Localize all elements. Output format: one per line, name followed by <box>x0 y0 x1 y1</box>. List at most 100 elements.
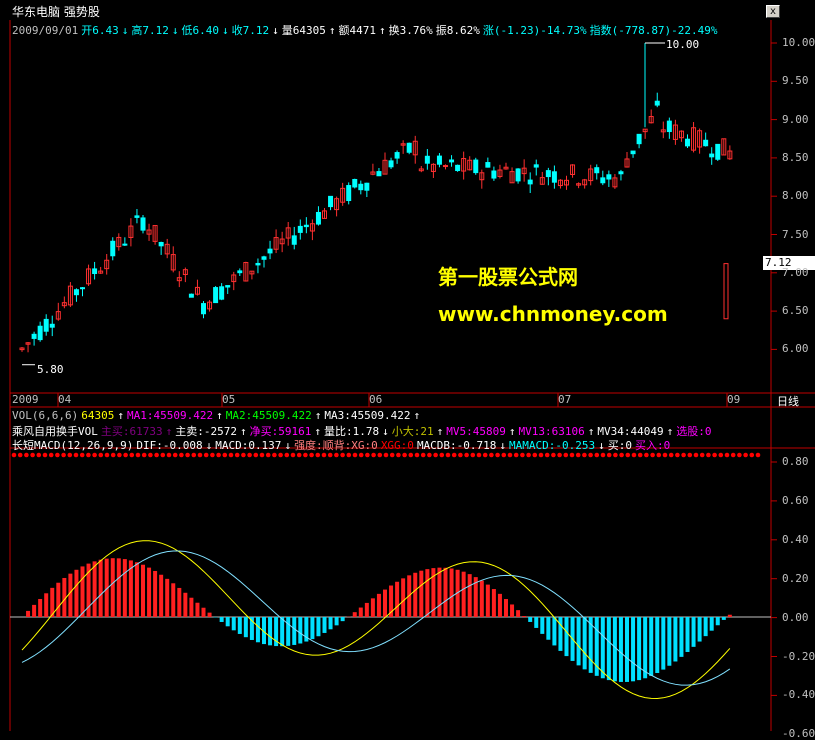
macd-bar <box>468 574 472 617</box>
candle-body <box>716 144 720 159</box>
candle-body <box>202 304 206 314</box>
candlestick-chart[interactable] <box>0 0 815 731</box>
candle-body <box>492 171 496 178</box>
macd-bar <box>661 617 665 670</box>
macd-item-8: ↓ <box>499 439 506 452</box>
macd-bar <box>226 617 230 626</box>
macd-bar <box>425 569 429 617</box>
candle-body <box>135 216 139 218</box>
candle-body <box>667 121 671 131</box>
macd-bar <box>32 605 36 617</box>
macd-bar <box>177 588 181 617</box>
signal-dot <box>390 453 395 458</box>
signal-dot <box>235 453 240 458</box>
vol-indicator-row: VOL(6,6,6)64305↑MA1:45509.422↑MA2:45509.… <box>12 409 423 422</box>
signal-dot <box>68 453 73 458</box>
period-button[interactable]: 日线 <box>777 393 799 409</box>
macd-bar <box>189 598 193 617</box>
macd-tick-label: 0.00 <box>782 611 809 624</box>
macd-bar <box>643 617 647 678</box>
vol-item-8: ↑ <box>414 409 421 422</box>
signal-dot <box>347 453 352 458</box>
macd-bar <box>649 617 653 676</box>
price-tick-label: 9.00 <box>782 113 809 126</box>
macd-bar <box>686 617 690 652</box>
macd-bar <box>492 589 496 617</box>
signal-dot <box>154 453 159 458</box>
signal-dot <box>241 453 246 458</box>
signal-dot <box>49 453 54 458</box>
signal-dot <box>371 453 376 458</box>
price-tick-label: 7.50 <box>782 228 809 241</box>
signal-dot <box>576 453 581 458</box>
macd-bar <box>673 617 677 661</box>
macd-bar <box>692 617 696 647</box>
signal-dot <box>495 453 500 458</box>
signal-dot <box>582 453 587 458</box>
signal-dot <box>378 453 383 458</box>
macd-bar <box>359 608 363 617</box>
signal-dot <box>650 453 655 458</box>
candle-body <box>528 180 532 184</box>
signal-dot <box>694 453 699 458</box>
macd-item-1: DIF:-0.008 <box>136 439 202 452</box>
macd-tick-label: -0.60 <box>782 727 815 740</box>
macd-bar <box>195 603 199 617</box>
signal-dot <box>557 453 562 458</box>
macd-bar <box>413 573 417 617</box>
macd-bar <box>552 617 556 645</box>
signal-dot <box>204 453 209 458</box>
macd-bar <box>316 617 320 636</box>
macd-bar <box>444 568 448 617</box>
macd-bar <box>238 617 242 634</box>
macd-bar <box>698 617 702 642</box>
signal-dot <box>458 453 463 458</box>
macd-bar <box>111 558 115 617</box>
macd-bar <box>159 575 163 617</box>
signal-dot <box>266 453 271 458</box>
last-candle <box>724 264 728 319</box>
signal-dot <box>316 453 321 458</box>
macd-bar <box>298 617 302 643</box>
macd-bar <box>38 599 42 617</box>
signal-dot <box>167 453 172 458</box>
macd-bar <box>704 617 708 636</box>
macd-bar <box>583 617 587 669</box>
signal-dot <box>260 453 265 458</box>
signal-dot <box>644 453 649 458</box>
signal-dot <box>669 453 674 458</box>
candle-body <box>141 218 145 230</box>
macd-bar <box>117 558 121 617</box>
macd-bar <box>220 617 224 622</box>
signal-dot <box>161 453 166 458</box>
candle-body <box>123 244 127 245</box>
signal-dot <box>173 453 178 458</box>
macd-bar <box>625 617 629 682</box>
signal-dot <box>700 453 705 458</box>
macd-bar <box>147 568 151 617</box>
signal-dot <box>706 453 711 458</box>
macd-bar <box>165 579 169 617</box>
signal-dot <box>638 453 643 458</box>
signal-dot <box>471 453 476 458</box>
candle-body <box>74 290 78 295</box>
macd-bar <box>722 617 726 620</box>
macd-item-5: 强度:顺背:XG:0 <box>294 439 378 452</box>
signal-dot <box>526 453 531 458</box>
signal-dot <box>533 453 538 458</box>
candle-body <box>256 263 260 264</box>
low-price-mark: 5.80 <box>37 363 64 376</box>
macd-bar <box>202 608 206 617</box>
macd-bar <box>268 617 272 645</box>
candle-body <box>81 288 85 289</box>
macd-bar <box>341 617 345 621</box>
date-tick-label: 07 <box>558 393 571 406</box>
macd-bar <box>183 593 187 617</box>
macd-bar <box>56 583 60 617</box>
signal-dot <box>278 453 283 458</box>
candle-body <box>111 241 115 255</box>
macd-tick-label: 0.40 <box>782 533 809 546</box>
signal-dot <box>309 453 314 458</box>
signal-dot <box>86 453 91 458</box>
candle-body <box>389 161 393 167</box>
